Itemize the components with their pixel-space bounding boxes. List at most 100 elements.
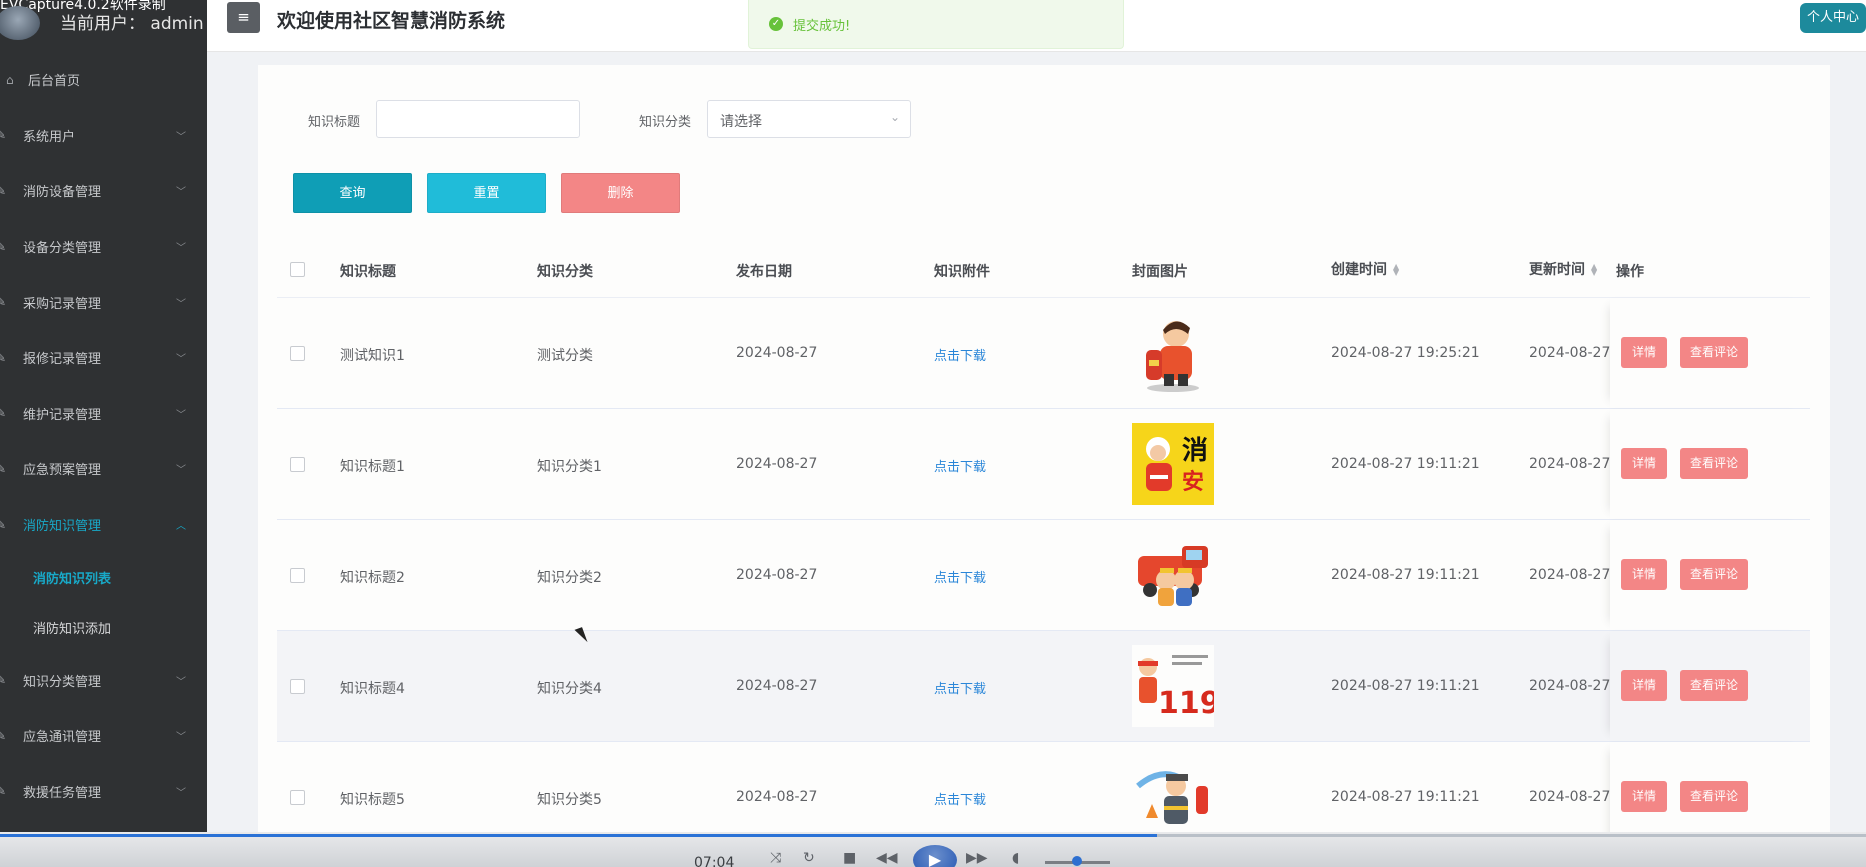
menu-item-icon: ✎ <box>0 295 7 310</box>
download-link[interactable]: 点击下载 <box>934 567 986 586</box>
sidebar-item[interactable]: ✎ 救援任务管理 ﹀ <box>0 764 207 820</box>
download-link[interactable]: 点击下载 <box>934 456 986 475</box>
rewind-icon[interactable]: ◀◀ <box>876 850 898 866</box>
col-updated[interactable]: 更新时间 ▲ ▼ <box>1529 259 1597 279</box>
sort-icon[interactable]: ▲ ▼ <box>1393 263 1399 277</box>
sidebar-subitem-knowledge-add[interactable]: 消防知识添加 <box>0 602 207 652</box>
detail-button[interactable]: 详情 <box>1621 670 1667 701</box>
category-select-value: 请选择 <box>720 114 762 130</box>
sidebar-subitem-knowledge-list[interactable]: 消防知识列表 <box>0 552 207 602</box>
sidebar-item-label: 消防知识管理 <box>23 519 102 535</box>
col-cover[interactable]: 封面图片 <box>1132 261 1188 281</box>
chevron-down-icon: ﹀ <box>176 187 186 199</box>
sidebar-item-label: 报修记录管理 <box>23 352 102 368</box>
cell-title: 知识标题4 <box>340 681 405 697</box>
table-header: 知识标题 知识分类 发布日期 知识附件 封面图片 创建时间 ▲ ▼ 更新时间 ▲ ▼ 操… <box>277 241 1810 298</box>
chevron-up-icon: ︿ <box>176 521 186 533</box>
play-button[interactable]: ▶ <box>913 845 957 867</box>
sidebar-item[interactable]: ✎ 系统用户 ﹀ <box>0 108 207 164</box>
row-checkbox[interactable] <box>290 790 305 805</box>
menu-toggle-button[interactable]: ≡ <box>227 2 260 33</box>
view-comments-button[interactable]: 查看评论 <box>1680 559 1748 590</box>
chevron-down-icon: ﹀ <box>176 732 186 744</box>
col-created[interactable]: 创建时间 ▲ ▼ <box>1331 259 1399 279</box>
detail-button[interactable]: 详情 <box>1621 337 1667 368</box>
col-date[interactable]: 发布日期 <box>736 261 792 281</box>
row-checkbox[interactable] <box>290 679 305 694</box>
row-checkbox[interactable] <box>290 346 305 361</box>
personal-center-button[interactable]: 个人中心 <box>1800 3 1866 33</box>
table-row[interactable]: 知识标题2 知识分类2 2024-08-27 点击下载 2024-08-27 19:11… <box>277 520 1810 631</box>
row-checkbox[interactable] <box>290 457 305 472</box>
shuffle-icon[interactable]: ⤨ <box>770 850 781 866</box>
cell-created: 2024-08-27 19:25:21 <box>1331 345 1480 361</box>
detail-button[interactable]: 详情 <box>1621 559 1667 590</box>
menu-item-icon: ✎ <box>0 239 7 254</box>
chevron-down-icon: ﹀ <box>176 676 186 688</box>
cell-date: 2024-08-27 <box>736 567 818 583</box>
col-actions: 操作 <box>1616 264 1644 280</box>
sidebar-item[interactable]: ✎ 消防设备管理 ﹀ <box>0 163 207 219</box>
repeat-icon[interactable]: ↻ <box>803 850 815 866</box>
view-comments-button[interactable]: 查看评论 <box>1680 781 1748 812</box>
video-progress[interactable] <box>0 834 1866 837</box>
sidebar-item[interactable]: ✎ 维护记录管理 ﹀ <box>0 386 207 442</box>
sidebar-item[interactable]: ✎ 知识分类管理 ﹀ <box>0 652 207 708</box>
chevron-down-icon: ﹀ <box>176 409 186 421</box>
sidebar-item-label: 设备分类管理 <box>23 241 102 257</box>
cell-updated: 2024-08-27 <box>1529 789 1611 805</box>
table-row[interactable]: 测试知识1 测试分类 2024-08-27 点击下载 2024-08-27 19:25:… <box>277 298 1810 409</box>
fast-forward-icon[interactable]: ▶▶ <box>966 850 988 866</box>
view-comments-button[interactable]: 查看评论 <box>1680 448 1748 479</box>
cover-image <box>1132 534 1214 616</box>
svg-text:消: 消 <box>1182 436 1208 466</box>
title-search-input[interactable] <box>376 100 580 138</box>
sidebar-item[interactable]: ✎ 应急预案管理 ﹀ <box>0 441 207 497</box>
menu-item-icon: ✎ <box>0 673 7 688</box>
cell-date: 2024-08-27 <box>736 456 818 472</box>
cover-image: 119 <box>1132 645 1221 727</box>
sidebar-item-label: 系统用户 <box>23 129 76 145</box>
view-comments-button[interactable]: 查看评论 <box>1680 670 1748 701</box>
query-button[interactable]: 查询 <box>293 173 412 213</box>
cell-updated: 2024-08-27 <box>1529 678 1611 694</box>
col-category[interactable]: 知识分类 <box>537 261 593 281</box>
chevron-down-icon: ﹀ <box>176 787 186 799</box>
stop-icon[interactable]: ■ <box>843 850 856 866</box>
volume-icon[interactable]: ◖ <box>1012 850 1019 866</box>
chevron-down-icon: ⌄ <box>889 110 900 124</box>
category-select[interactable]: 请选择 ⌄ <box>707 100 911 138</box>
sidebar-item[interactable]: ✎ 应急通讯管理 ﹀ <box>0 708 207 764</box>
home-icon: ⌂ <box>6 72 14 87</box>
avatar[interactable] <box>0 6 40 40</box>
menu-item-icon: ✎ <box>0 784 7 799</box>
delete-button[interactable]: 删除 <box>561 173 680 213</box>
select-all-checkbox[interactable] <box>290 262 305 277</box>
cell-category: 知识分类1 <box>537 459 602 475</box>
sidebar-item[interactable]: ✎ 消防知识管理 ︿ <box>0 497 207 553</box>
detail-button[interactable]: 详情 <box>1621 448 1667 479</box>
table-row[interactable]: 知识标题1 知识分类1 2024-08-27 点击下载 消安 2024-08-27 19:… <box>277 409 1810 520</box>
sidebar-item[interactable]: ✎ 设备分类管理 ﹀ <box>0 219 207 275</box>
sidebar-item[interactable]: ✎ 报修记录管理 ﹀ <box>0 330 207 386</box>
cell-title: 知识标题5 <box>340 792 405 808</box>
reset-button[interactable]: 重置 <box>427 173 546 213</box>
cover-image <box>1132 312 1214 394</box>
view-comments-button[interactable]: 查看评论 <box>1680 337 1748 368</box>
col-title[interactable]: 知识标题 <box>340 261 396 281</box>
cell-date: 2024-08-27 <box>736 789 818 805</box>
download-link[interactable]: 点击下载 <box>934 678 986 697</box>
volume-knob[interactable] <box>1072 856 1082 866</box>
sidebar: EVCapture4.0.2软件录制 当前用户： admin ⌂ 后台首页 ✎ 系… <box>0 0 207 867</box>
sidebar-item-label: 救援任务管理 <box>23 785 102 801</box>
col-attachment[interactable]: 知识附件 <box>934 261 990 281</box>
detail-button[interactable]: 详情 <box>1621 781 1667 812</box>
download-link[interactable]: 点击下载 <box>934 789 986 808</box>
download-link[interactable]: 点击下载 <box>934 345 986 364</box>
cell-category: 知识分类2 <box>537 570 602 586</box>
sidebar-item[interactable]: ✎ 采购记录管理 ﹀ <box>0 274 207 330</box>
sidebar-item-home[interactable]: ⌂ 后台首页 <box>0 52 207 108</box>
row-checkbox[interactable] <box>290 568 305 583</box>
sort-icon[interactable]: ▲ ▼ <box>1591 263 1597 277</box>
table-row[interactable]: 知识标题4 知识分类4 2024-08-27 点击下载 119 2024-08-27 19… <box>277 631 1810 742</box>
